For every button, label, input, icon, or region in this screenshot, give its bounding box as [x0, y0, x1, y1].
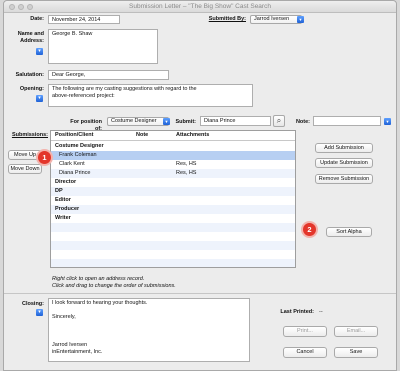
submitted-by-label: Submitted By: — [208, 16, 246, 22]
save-button[interactable]: Save — [334, 347, 378, 358]
section-divider — [4, 293, 396, 294]
client-row[interactable]: Diana Prince Res, HS — [51, 169, 295, 178]
closing-label: Closing: — [22, 301, 44, 307]
callout-badge-1: 1 — [36, 149, 53, 166]
client-name: DP — [55, 188, 63, 194]
closing-field[interactable]: I look forward to hearing your thoughts.… — [48, 298, 250, 362]
opening-field[interactable]: The following are my casting suggestions… — [48, 84, 253, 107]
address-menu-icon[interactable]: ▾ — [36, 48, 43, 55]
submit-label: Submit: — [175, 119, 196, 125]
client-name: Editor — [55, 197, 71, 203]
print-button[interactable]: Print... — [283, 326, 327, 337]
date-label: Date: — [30, 16, 44, 22]
last-printed-value: -- — [319, 309, 323, 315]
empty-row — [51, 250, 295, 259]
submitted-by-select[interactable]: Jarrod Iversen — [250, 15, 302, 24]
client-row[interactable]: Frank Coleman — [51, 151, 295, 160]
add-submission-button[interactable]: Add Submission — [315, 143, 373, 153]
note-label: Note: — [295, 119, 310, 125]
client-name: Diana Prince — [59, 170, 91, 176]
opening-label: Opening: — [19, 86, 44, 92]
submissions-label: Submissions: — [11, 132, 48, 138]
search-icon[interactable]: ⌕ — [273, 115, 285, 127]
last-printed-label: Last Printed: — [280, 309, 314, 315]
attachments-cell: Res, HS — [176, 161, 197, 167]
for-position-select[interactable]: Costume Designer — [107, 117, 169, 126]
client-name: Producer — [55, 206, 80, 212]
name-address-label-1: Name and — [17, 31, 44, 37]
note-field[interactable] — [313, 116, 381, 126]
empty-row — [51, 223, 295, 232]
update-submission-button[interactable]: Update Submission — [315, 158, 373, 168]
position-group-row[interactable]: Director — [51, 178, 295, 187]
column-header-position[interactable]: Position/Client — [55, 132, 94, 138]
header-divider — [51, 140, 295, 141]
position-group-row[interactable]: Writer — [51, 214, 295, 223]
client-row[interactable]: Clark Kent Res, HS — [51, 160, 295, 169]
position-group-row[interactable]: Costume Designer — [51, 142, 295, 151]
empty-row — [51, 241, 295, 250]
client-name: Costume Designer — [55, 143, 104, 149]
position-group-row[interactable]: DP — [51, 187, 295, 196]
empty-row — [51, 259, 295, 267]
position-group-row[interactable]: Producer — [51, 205, 295, 214]
title-bar: Submission Letter – "The Big Show" Cast … — [4, 1, 396, 13]
client-name: Writer — [55, 215, 71, 221]
attachments-cell: Res, HS — [176, 170, 197, 176]
hint-drag: Click and drag to change the order of su… — [52, 283, 176, 289]
date-field[interactable]: November 24, 2014 — [48, 15, 120, 24]
for-position-value: Costume Designer — [111, 118, 157, 124]
empty-row — [51, 232, 295, 241]
chevron-down-icon[interactable]: ▼ — [297, 16, 304, 23]
submit-field[interactable]: Diana Prince — [200, 116, 271, 126]
client-name: Director — [55, 179, 77, 185]
submitted-by-value: Jarrod Iversen — [254, 16, 290, 22]
remove-submission-button[interactable]: Remove Submission — [315, 174, 373, 184]
callout-badge-2: 2 — [301, 221, 318, 238]
column-header-attachments[interactable]: Attachments — [176, 132, 209, 138]
chevron-down-icon[interactable]: ▼ — [384, 118, 391, 125]
submission-rows: Costume Designer Frank Coleman Clark Kent R… — [51, 142, 295, 267]
closing-menu-icon[interactable]: ▾ — [36, 309, 43, 316]
chevron-down-icon[interactable]: ▼ — [163, 118, 170, 125]
name-address-label-2: Address: — [20, 38, 44, 44]
name-address-field[interactable]: George B. Shaw — [48, 29, 158, 64]
submissions-list[interactable]: Position/Client Note Attachments Costume… — [50, 130, 296, 268]
salutation-field[interactable]: Dear George, — [48, 70, 169, 80]
move-down-button[interactable]: Move Down — [8, 164, 42, 174]
position-group-row[interactable]: Editor — [51, 196, 295, 205]
sort-alpha-button[interactable]: Sort Alpha — [326, 227, 372, 237]
salutation-label: Salutation: — [15, 72, 44, 78]
hint-right-click: Right click to open an address record. — [52, 276, 145, 282]
email-button[interactable]: Email... — [334, 326, 378, 337]
window-title: Submission Letter – "The Big Show" Cast … — [129, 3, 271, 10]
client-name: Clark Kent — [59, 161, 85, 167]
opening-menu-icon[interactable]: ▾ — [36, 95, 43, 102]
column-header-note[interactable]: Note — [136, 132, 148, 138]
client-name: Frank Coleman — [59, 152, 97, 158]
cancel-button[interactable]: Cancel — [283, 347, 327, 358]
